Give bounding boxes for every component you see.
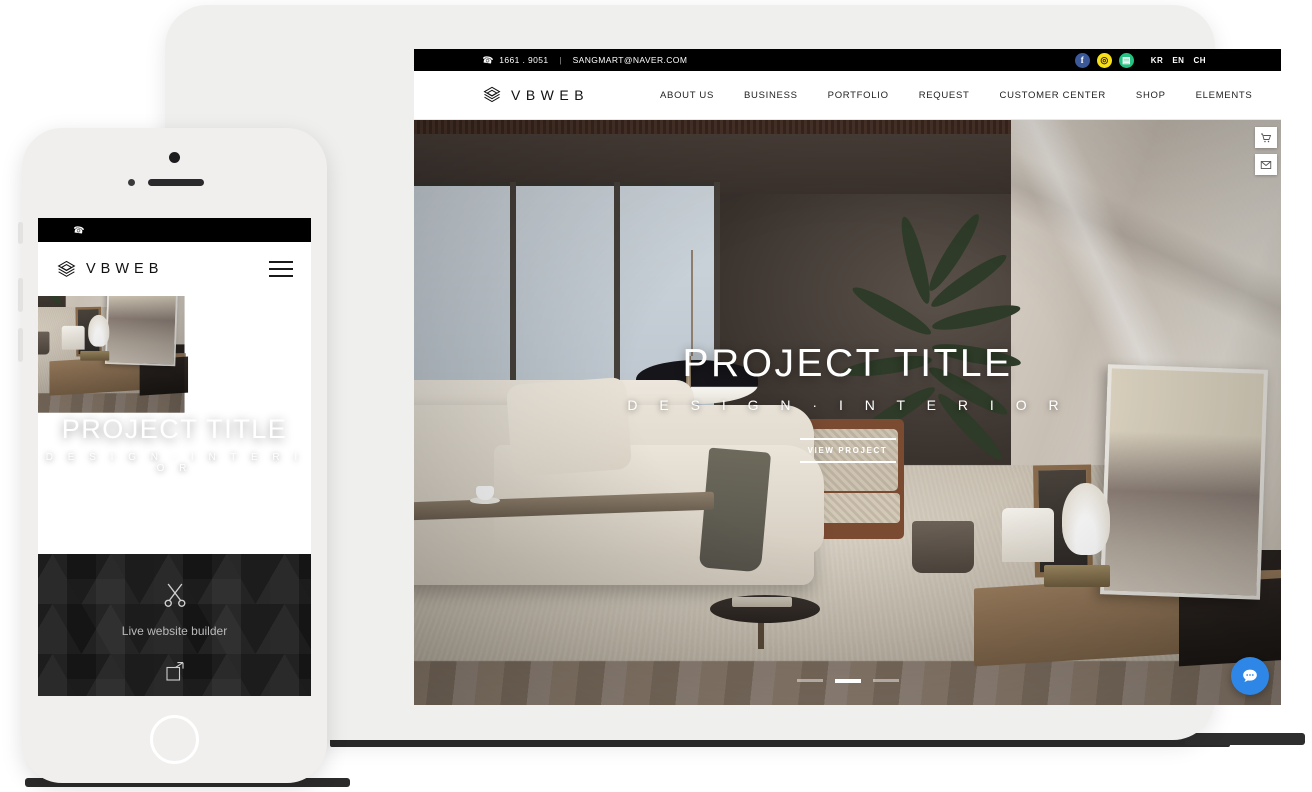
layered-hexagon-logo-icon: [483, 86, 501, 103]
view-project-label: VIEW PROJECT: [807, 446, 888, 455]
phone-icon: ☎: [72, 223, 86, 236]
phone-number: 1661 . 9051: [499, 55, 549, 65]
phone-volume-up-button[interactable]: [18, 278, 23, 312]
builder-label: Live website builder: [121, 624, 228, 638]
topbar-right-group: f ◎ ▤ KR EN CH: [1074, 49, 1206, 71]
lang-en[interactable]: EN: [1172, 56, 1184, 65]
brand-name: VBWEB: [86, 261, 164, 277]
tablet-screen: ☎ 1661 . 9051 | SANGMART@NAVER.COM f ◎ ▤…: [414, 49, 1281, 705]
mobile-top-contact-bar: ☎ 1661 . 9051 | SANGMART@NAVER.COM: [38, 218, 311, 242]
view-project-button[interactable]: VIEW PROJECT: [799, 429, 896, 472]
hero-title: PROJECT TITLE: [682, 342, 1013, 385]
side-quick-buttons: [1255, 127, 1277, 181]
chat-bubble-icon: [1243, 669, 1257, 682]
top-contact-bar: ☎ 1661 . 9051 | SANGMART@NAVER.COM f ◎ ▤…: [414, 49, 1281, 71]
phone-mute-switch[interactable]: [18, 222, 23, 244]
scissors-icon: [160, 580, 190, 615]
lang-ch[interactable]: CH: [1193, 56, 1206, 65]
nav-item-portfolio[interactable]: PORTFOLIO: [828, 90, 889, 101]
slider-dot-2[interactable]: [834, 679, 861, 683]
mail-icon: [1260, 160, 1272, 169]
view-project-label: VIEW PROJECT: [140, 502, 209, 509]
hamburger-menu-icon[interactable]: [269, 256, 293, 282]
mail-button[interactable]: [1255, 154, 1277, 175]
phone-front-camera: [169, 152, 180, 163]
hero-interior-photo: [38, 296, 189, 413]
hero-text-block: PROJECT TITLE D E S I G N · I N T E R I …: [414, 342, 1281, 472]
phone-earpiece-speaker: [148, 179, 204, 186]
phone-number: 1661 . 9051: [89, 225, 139, 235]
language-switcher: KR EN CH: [1151, 56, 1206, 65]
view-project-button[interactable]: VIEW PROJECT: [135, 485, 214, 526]
main-navbar: VBWEB ABOUT US BUSINESS PORTFOLIO REQUES…: [414, 71, 1281, 120]
hero-text-block: PROJECT TITLE D E S I G N · I N T E R I …: [38, 414, 311, 526]
hero-slider: PROJECT TITLE D E S I G N · I N T E R I …: [414, 120, 1281, 705]
slider-dot-2[interactable]: [165, 540, 184, 542]
hero-subtitle: D E S I G N · I N T E R I O R: [45, 452, 304, 474]
nav-item-about-us[interactable]: ABOUT US: [660, 90, 714, 101]
email-address: SANGMART@NAVER.COM: [160, 225, 276, 235]
nav-item-business[interactable]: BUSINESS: [744, 90, 798, 101]
cart-icon: [1261, 133, 1272, 142]
hero-subtitle: D E S I G N · I N T E R I O R: [627, 397, 1068, 413]
nav-item-request[interactable]: REQUEST: [919, 90, 970, 101]
slider-pagination: [38, 540, 311, 542]
cart-button[interactable]: [1255, 127, 1277, 148]
brand-logo[interactable]: VBWEB: [482, 85, 589, 105]
tablet-shadow-end: [1185, 733, 1305, 745]
lang-kr[interactable]: KR: [1151, 56, 1164, 65]
mobile-hero-slider: PROJECT TITLE D E S I G N · I N T E R I …: [38, 296, 311, 554]
nav-item-shop[interactable]: SHOP: [1136, 90, 1166, 101]
nav-item-elements[interactable]: ELEMENTS: [1196, 90, 1253, 101]
layered-hexagon-logo-icon: [57, 260, 76, 277]
email-address: SANGMART@NAVER.COM: [572, 55, 688, 65]
contact-info: ☎ 1661 . 9051 | SANGMART@NAVER.COM: [481, 53, 688, 66]
button-bottom-rule: [799, 461, 896, 463]
slider-dot-3[interactable]: [872, 679, 899, 682]
separator: |: [148, 225, 151, 235]
expand-arrow-icon: [163, 660, 187, 689]
phone-screen: ☎ 1661 . 9051 | SANGMART@NAVER.COM VBWEB: [38, 218, 311, 696]
button-bottom-rule: [135, 515, 214, 517]
tablet-home-button[interactable]: [1305, 348, 1312, 401]
brand-logo[interactable]: VBWEB: [56, 259, 163, 280]
slider-dot-3[interactable]: [193, 540, 212, 542]
phone-volume-down-button[interactable]: [18, 328, 23, 362]
slider-dot-1[interactable]: [137, 540, 156, 542]
phone-home-button[interactable]: [150, 715, 199, 764]
facebook-icon[interactable]: f: [1074, 52, 1090, 68]
kakaotalk-icon[interactable]: ◎: [1096, 52, 1112, 68]
mockup-scene: ☎ 1661 . 9051 | SANGMART@NAVER.COM f ◎ ▤…: [0, 0, 1312, 792]
mobile-navbar: VBWEB: [38, 242, 311, 296]
hero-title: PROJECT TITLE: [61, 414, 288, 444]
brand-name: VBWEB: [511, 87, 590, 103]
separator: |: [559, 55, 562, 65]
naver-talk-icon[interactable]: ▤: [1118, 52, 1134, 68]
live-website-builder-panel[interactable]: Live website builder: [38, 554, 311, 696]
nav-links: ABOUT US BUSINESS PORTFOLIO REQUEST CUST…: [660, 90, 1252, 101]
nav-item-customer-center[interactable]: CUSTOMER CENTER: [1000, 90, 1106, 101]
slider-pagination: [414, 679, 1281, 683]
phone-proximity-sensor: [128, 179, 135, 186]
phone-icon: ☎: [481, 53, 494, 66]
slider-dot-1[interactable]: [796, 679, 823, 682]
chat-button[interactable]: [1231, 657, 1269, 695]
